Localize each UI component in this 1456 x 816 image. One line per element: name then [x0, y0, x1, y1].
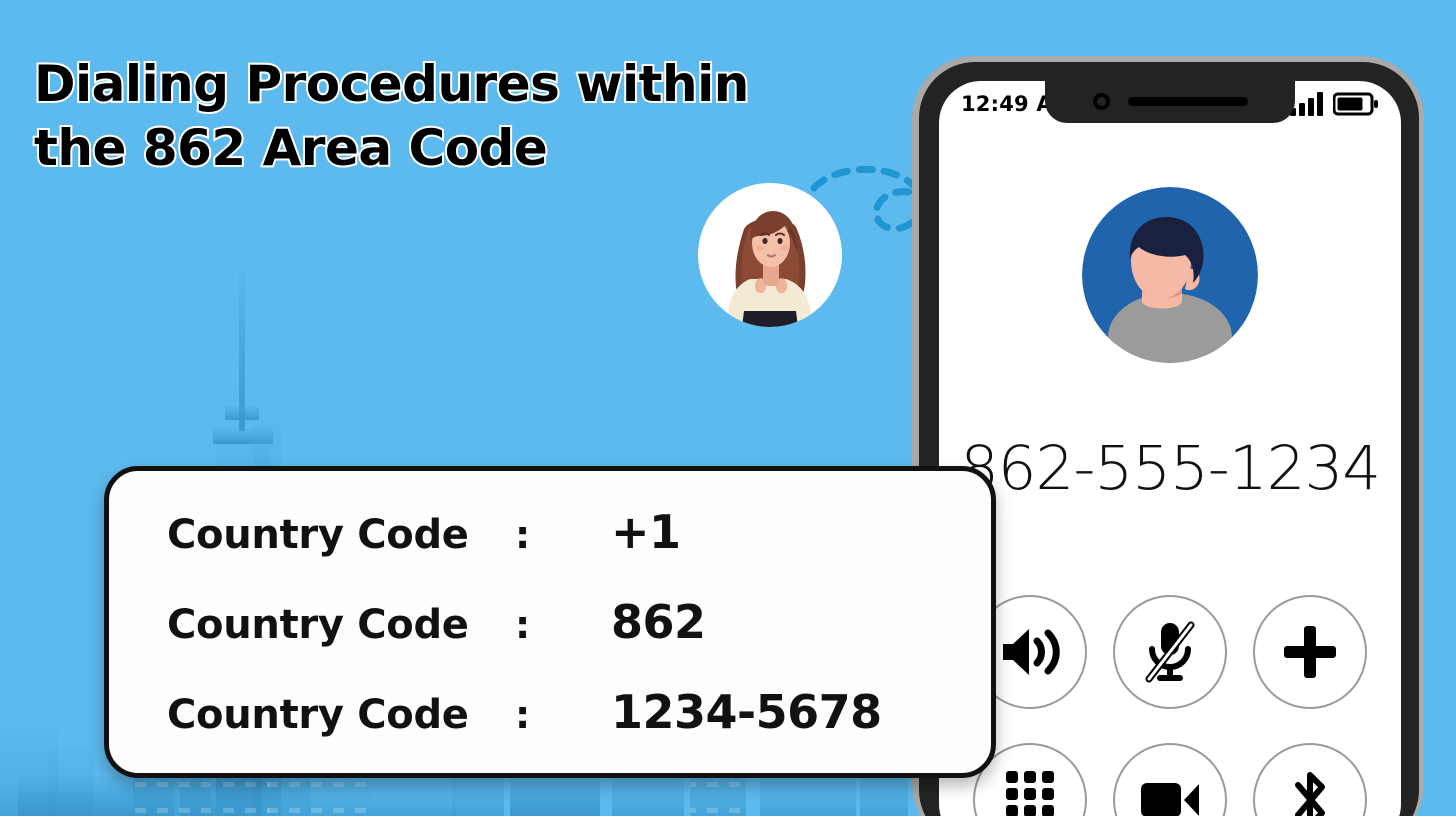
plus-icon — [1284, 626, 1336, 678]
title-line-2: the 862 Area Code — [32, 117, 550, 179]
row-label: Country Code — [167, 692, 469, 738]
table-row: Country Code : +1 — [167, 505, 991, 595]
table-row: Country Code : 1234-5678 — [167, 685, 991, 775]
video-button[interactable] — [1113, 743, 1227, 816]
keypad-icon — [1006, 771, 1054, 816]
video-camera-icon — [1141, 783, 1199, 816]
earpiece-speaker-icon — [1127, 96, 1248, 106]
infographic-canvas: Dialing Procedures within the 862 Area C… — [0, 0, 1456, 816]
row-value: +1 — [611, 505, 681, 559]
dialing-info-card: Country Code : +1 Country Code : 862 Cou… — [104, 466, 996, 778]
row-label: Country Code — [167, 602, 469, 648]
add-call-button[interactable] — [1253, 595, 1367, 709]
row-value: 1234-5678 — [611, 685, 882, 739]
speaker-icon — [1003, 629, 1060, 675]
mute-mic-icon — [1145, 621, 1195, 683]
battery-icon — [1333, 92, 1378, 116]
phone-screen: 12:49 AM 862-555-1234 — [939, 81, 1401, 816]
bluetooth-button[interactable] — [1253, 743, 1367, 816]
table-row: Country Code : 862 — [167, 595, 991, 685]
caller-avatar-icon — [1082, 187, 1258, 363]
row-label: Country Code — [167, 512, 469, 558]
title-line-1: Dialing Procedures within — [32, 53, 751, 115]
worried-woman-avatar — [698, 183, 842, 327]
page-title: Dialing Procedures within the 862 Area C… — [32, 52, 754, 180]
call-controls — [960, 595, 1380, 816]
status-indicators — [1290, 92, 1379, 116]
front-camera-icon — [1092, 92, 1110, 110]
row-separator: : — [515, 693, 531, 737]
signal-bars-icon — [1290, 92, 1323, 116]
bluetooth-icon — [1295, 772, 1325, 816]
caller-phone-number: 862-555-1234 — [959, 433, 1381, 504]
row-separator: : — [515, 513, 531, 557]
mute-button[interactable] — [1113, 595, 1227, 709]
row-separator: : — [515, 603, 531, 647]
phone-notch — [1045, 81, 1295, 123]
row-value: 862 — [611, 595, 706, 649]
caller-avatar — [1082, 187, 1258, 363]
worried-woman-icon — [698, 183, 842, 327]
